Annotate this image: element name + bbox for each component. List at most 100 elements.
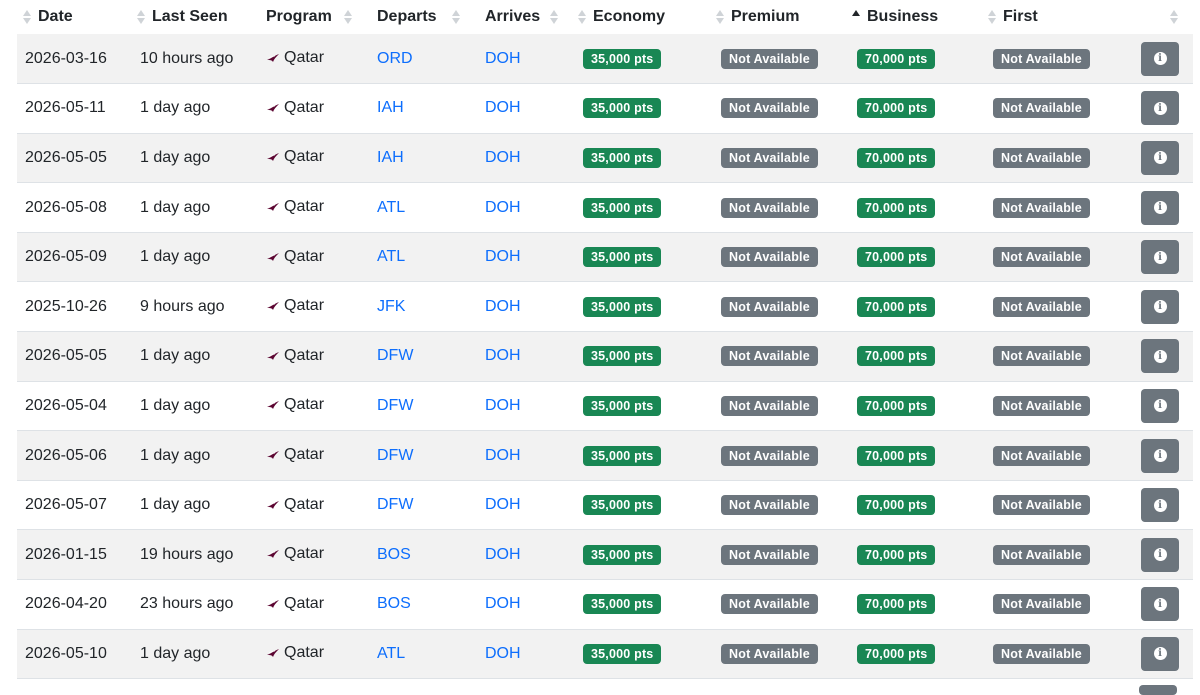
departs-airport-link[interactable]: DFW: [377, 496, 413, 513]
cell-departs: BOS: [369, 580, 477, 630]
table-row[interactable]: 2026-05-05 1 day ago Qatar IAH DOH 35,000 pts…: [17, 133, 1193, 183]
table-row[interactable]: 2026-04-20 23 hours ago Qatar BOS DOH 35,000 …: [17, 580, 1193, 630]
table-row[interactable]: 2026-05-08 1 day ago Qatar ATL DOH 35,000 pts…: [17, 183, 1193, 233]
column-header-program[interactable]: Program: [258, 0, 369, 34]
program: Qatar: [266, 198, 324, 216]
info-button[interactable]: i: [1141, 41, 1179, 76]
table-row[interactable]: 2026-05-10 1 day ago Qatar ATL DOH 35,000 pts…: [17, 629, 1193, 679]
table-row[interactable]: 2026-05-05 1 day ago Qatar DFW DOH 35,000 pts…: [17, 331, 1193, 382]
sort-icon[interactable]: [851, 7, 861, 27]
info-button[interactable]: i: [1141, 339, 1179, 374]
departs-airport-link[interactable]: BOS: [377, 595, 411, 612]
info-icon: i: [1153, 101, 1167, 115]
column-header-actions[interactable]: [1123, 0, 1193, 34]
arrives-airport-link[interactable]: DOH: [485, 496, 521, 513]
column-header-premium[interactable]: Premium: [713, 0, 849, 34]
info-button[interactable]: i: [1141, 537, 1179, 572]
date-text: 2026-05-07: [25, 496, 107, 514]
first-badge: Not Available: [993, 643, 1090, 664]
info-button[interactable]: i: [1141, 91, 1179, 126]
info-button-partial[interactable]: [1139, 685, 1177, 695]
arrives-airport-link[interactable]: DOH: [485, 50, 521, 67]
arrives-airport-link[interactable]: DOH: [485, 546, 521, 563]
table-row[interactable]: 2026-05-06 1 day ago Qatar DFW DOH 35,000 pts…: [17, 430, 1193, 481]
column-header-departs[interactable]: Departs: [369, 0, 477, 34]
cell-economy: 35,000 pts: [575, 530, 713, 580]
departs-airport-link[interactable]: ATL: [377, 199, 405, 216]
program-name: Qatar: [284, 148, 325, 166]
cell-actions: i: [1123, 480, 1193, 530]
table-row[interactable]: 2026-01-15 19 hours ago Qatar BOS DOH 35,000 …: [17, 529, 1193, 580]
column-header-last-seen[interactable]: Last Seen: [132, 0, 258, 34]
sort-icon[interactable]: [451, 7, 461, 27]
column-header-arrives[interactable]: Arrives: [477, 0, 575, 34]
table-row[interactable]: 2026-05-11 1 day ago Qatar IAH DOH 35,000 pts…: [17, 84, 1193, 134]
arrives-airport-link[interactable]: DOH: [485, 347, 521, 364]
arrives-airport-link[interactable]: DOH: [485, 595, 521, 612]
info-button[interactable]: i: [1141, 190, 1179, 225]
departs-airport-link[interactable]: ATL: [377, 645, 405, 662]
info-button[interactable]: i: [1141, 388, 1179, 423]
sort-icon[interactable]: [577, 7, 587, 27]
sort-icon[interactable]: [715, 7, 725, 27]
cell-business: 70,000 pts: [849, 530, 985, 580]
sort-icon[interactable]: [343, 7, 353, 27]
cell-actions: i: [1123, 84, 1193, 134]
info-icon: i: [1153, 597, 1167, 611]
sort-icon[interactable]: [136, 7, 146, 27]
departs-airport-link[interactable]: ORD: [377, 50, 413, 67]
info-button[interactable]: i: [1141, 240, 1179, 275]
table-row[interactable]: 2026-05-09 1 day ago Qatar ATL DOH 35,000 pts…: [17, 232, 1193, 282]
first-badge: Not Available: [993, 147, 1090, 168]
economy-badge: 35,000 pts: [583, 147, 662, 168]
sort-icon[interactable]: [549, 7, 559, 27]
info-button[interactable]: i: [1141, 140, 1179, 175]
first-badge: Not Available: [993, 445, 1090, 466]
cell-premium: Not Available: [713, 332, 849, 382]
table-row[interactable]: 2026-03-16 10 hours ago Qatar ORD DOH 35,000 …: [17, 34, 1193, 84]
arrives-airport-link[interactable]: DOH: [485, 99, 521, 116]
arrives-airport-link[interactable]: DOH: [485, 199, 521, 216]
sort-icon[interactable]: [1169, 7, 1179, 27]
cell-date: 2026-05-08: [17, 183, 132, 233]
cell-date: 2025-10-26: [17, 282, 132, 332]
arrives-airport-link[interactable]: DOH: [485, 645, 521, 662]
arrives-airport-link[interactable]: DOH: [485, 447, 521, 464]
departs-airport-link[interactable]: ATL: [377, 248, 405, 265]
info-button[interactable]: i: [1141, 438, 1179, 473]
cell-business: 70,000 pts: [849, 381, 985, 431]
departs-airport-link[interactable]: JFK: [377, 298, 405, 315]
cell-program: Qatar: [258, 530, 369, 580]
info-icon: i: [1153, 300, 1167, 314]
arrives-airport-link[interactable]: DOH: [485, 149, 521, 166]
first-badge: Not Available: [993, 296, 1090, 317]
departs-airport-link[interactable]: IAH: [377, 149, 404, 166]
column-header-economy[interactable]: Economy: [575, 0, 713, 34]
sort-icon[interactable]: [22, 7, 32, 27]
sort-icon[interactable]: [987, 7, 997, 27]
arrives-airport-link[interactable]: DOH: [485, 298, 521, 315]
departs-airport-link[interactable]: DFW: [377, 347, 413, 364]
departs-airport-link[interactable]: IAH: [377, 99, 404, 116]
table-row[interactable]: 2026-05-07 1 day ago Qatar DFW DOH 35,000 pts…: [17, 480, 1193, 530]
premium-badge: Not Available: [721, 495, 818, 516]
arrives-airport-link[interactable]: DOH: [485, 397, 521, 414]
column-header-label: Premium: [731, 8, 800, 26]
premium-badge: Not Available: [721, 147, 818, 168]
info-icon: i: [1153, 349, 1167, 363]
economy-badge: 35,000 pts: [583, 296, 662, 317]
departs-airport-link[interactable]: DFW: [377, 447, 413, 464]
departs-airport-link[interactable]: BOS: [377, 546, 411, 563]
table-row[interactable]: 2026-05-04 1 day ago Qatar DFW DOH 35,000 pts…: [17, 381, 1193, 431]
info-button[interactable]: i: [1141, 289, 1179, 324]
column-header-business[interactable]: Business: [849, 0, 985, 34]
table-row[interactable]: 2025-10-26 9 hours ago Qatar JFK DOH 35,000 p…: [17, 282, 1193, 332]
info-button[interactable]: i: [1141, 488, 1179, 523]
info-button[interactable]: i: [1141, 587, 1179, 622]
departs-airport-link[interactable]: DFW: [377, 397, 413, 414]
column-header-date[interactable]: Date: [17, 0, 132, 34]
column-header-first[interactable]: First: [985, 0, 1123, 34]
info-button[interactable]: i: [1141, 636, 1179, 671]
arrives-airport-link[interactable]: DOH: [485, 248, 521, 265]
first-badge: Not Available: [993, 346, 1090, 367]
